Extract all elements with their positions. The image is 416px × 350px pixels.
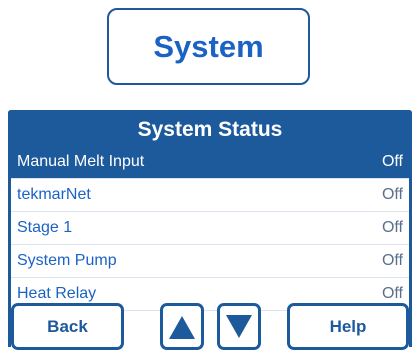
up-arrow-icon <box>169 315 195 339</box>
list-item-value: Off <box>381 186 403 203</box>
list-item-label: tekmarNet <box>17 186 91 203</box>
list-item-label: Heat Relay <box>17 285 97 302</box>
list-item-system-pump[interactable]: System Pump Off <box>11 245 409 278</box>
list-item-label: System Pump <box>17 252 117 269</box>
system-button-label: System <box>153 28 264 64</box>
system-button[interactable]: System <box>107 8 310 85</box>
help-button-label: Help <box>329 316 367 336</box>
down-button[interactable] <box>217 303 261 350</box>
button-bar: Back Help <box>0 303 416 350</box>
list-item-tekmarnet[interactable]: tekmarNet Off <box>11 179 409 212</box>
panel-title-text: System Status <box>137 117 283 141</box>
help-button[interactable]: Help <box>287 303 409 350</box>
panel-title: System Status <box>11 113 409 146</box>
back-button-label: Back <box>47 316 88 336</box>
down-arrow-icon <box>226 314 252 338</box>
back-button[interactable]: Back <box>11 303 124 350</box>
up-button[interactable] <box>160 303 204 350</box>
list-item-stage-1[interactable]: Stage 1 Off <box>11 212 409 245</box>
list-item-label: Stage 1 <box>17 219 73 236</box>
list-item-label: Manual Melt Input <box>17 153 145 170</box>
list-item-value: Off <box>381 285 403 302</box>
list-item-value: Off <box>381 252 403 269</box>
list-item-value: Off <box>381 153 403 170</box>
list-item-value: Off <box>381 219 403 236</box>
list-item-manual-melt-input[interactable]: Manual Melt Input Off <box>11 146 409 179</box>
